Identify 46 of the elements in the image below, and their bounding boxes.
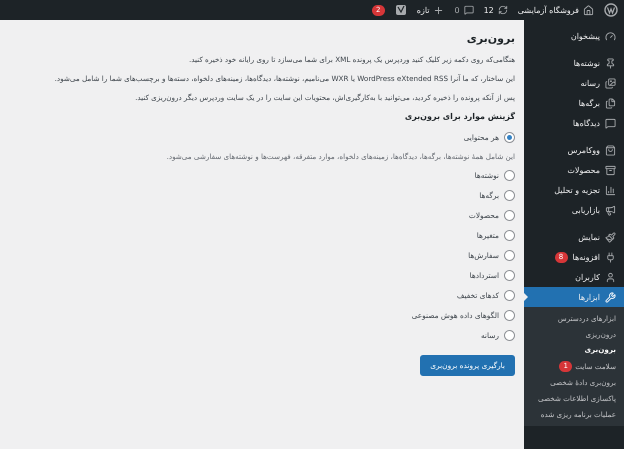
radio-button[interactable] — [504, 170, 515, 182]
sidebar-item[interactable]: نوشته‌ها — [524, 53, 624, 73]
wrench-icon — [605, 292, 616, 302]
radio-button[interactable] — [504, 310, 515, 322]
comments-link[interactable]: 0 — [454, 5, 474, 15]
wordpress-logo-icon[interactable] — [604, 3, 618, 17]
home-icon — [583, 4, 594, 16]
updates-link[interactable]: 12 — [484, 5, 508, 15]
sidebar-item[interactable]: بازاریابی — [524, 200, 624, 220]
sidebar-item[interactable]: دیدگاه‌ها — [524, 113, 624, 133]
paintbrush-icon — [605, 232, 616, 242]
store-icon — [605, 144, 616, 156]
radio-button[interactable] — [504, 270, 515, 282]
sidebar-item[interactable]: برگه‌ها — [524, 93, 624, 113]
sidebar-item[interactable]: رسانه — [524, 73, 624, 93]
sidebar-item[interactable]: نمایش — [524, 227, 624, 247]
megaphone-icon — [605, 204, 616, 216]
radio-button[interactable] — [504, 290, 515, 302]
radio-button[interactable] — [504, 210, 515, 222]
comment-icon — [605, 118, 616, 128]
radio-button[interactable] — [504, 250, 515, 262]
radio-button[interactable] — [504, 230, 515, 242]
radio-button[interactable] — [504, 190, 515, 202]
plug-icon — [605, 252, 616, 262]
sidebar-item[interactable]: ووکامرس — [524, 140, 624, 160]
user-icon — [605, 272, 616, 282]
new-content-link[interactable]: تازه — [416, 4, 444, 16]
sidebar-item[interactable]: تجزیه و تحلیل — [524, 180, 624, 200]
sidebar-item[interactable]: کاربران — [524, 267, 624, 287]
sidebar-item[interactable]: ابزارها — [524, 287, 624, 307]
radio-button[interactable] — [504, 330, 515, 342]
pages-icon — [605, 98, 616, 108]
archive-icon — [605, 164, 616, 176]
bar-chart-icon — [605, 184, 616, 196]
plus-icon — [433, 4, 444, 16]
sidebar-item[interactable]: محصولات — [524, 160, 624, 180]
sidebar-item[interactable]: پیشخوان — [524, 26, 624, 46]
pin-icon — [605, 58, 616, 68]
section-heading: گزینش موارد برای برون‌بری — [404, 112, 515, 122]
site-name-link[interactable]: فروشگاه آزمایشی — [518, 4, 594, 16]
update-icon — [498, 5, 508, 15]
dashboard-icon — [605, 30, 616, 42]
page-title: برون‌بری — [466, 32, 515, 45]
comment-icon — [464, 5, 474, 15]
media-icon — [605, 78, 616, 88]
radio-button[interactable] — [504, 132, 515, 144]
